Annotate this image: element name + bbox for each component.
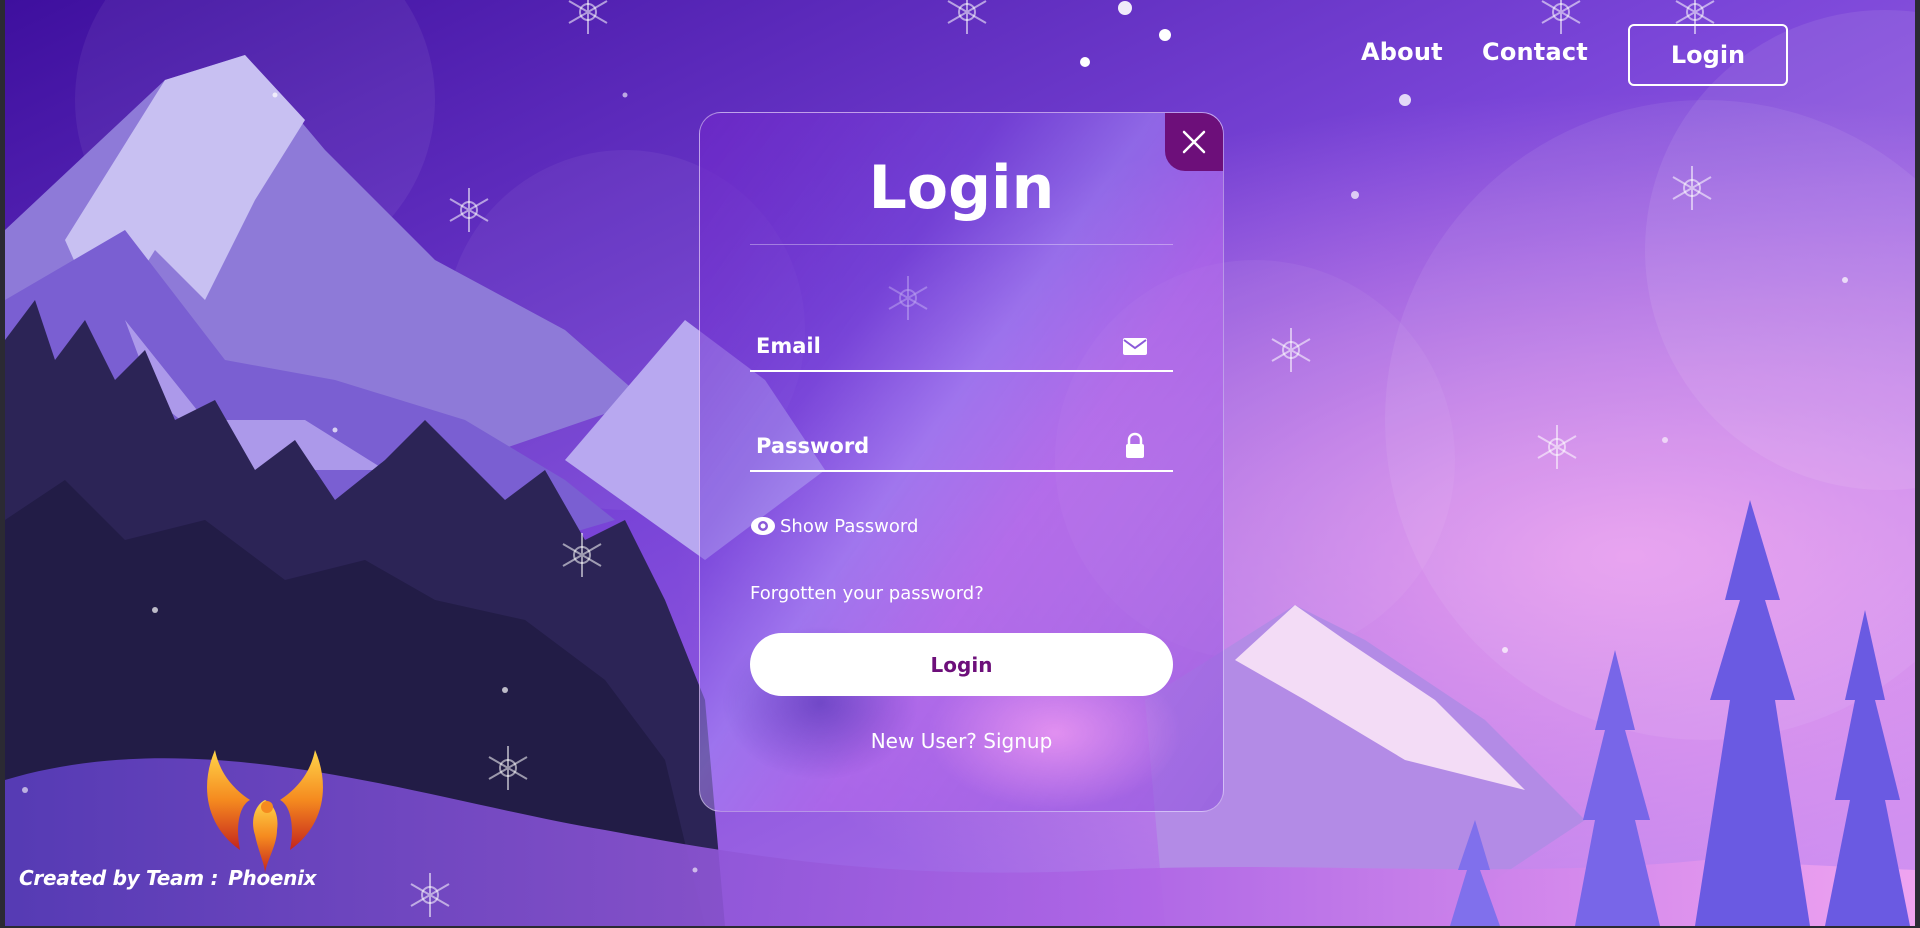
title-divider bbox=[750, 244, 1173, 245]
eye-icon bbox=[751, 517, 775, 535]
nav-login-button[interactable]: Login bbox=[1628, 24, 1788, 86]
background-scene: Created by Team : Phoenix About Contact L… bbox=[5, 0, 1915, 926]
password-input[interactable] bbox=[756, 428, 1116, 464]
dialog-title: Login bbox=[868, 153, 1055, 223]
phoenix-logo bbox=[207, 750, 323, 873]
nav-about-link[interactable]: About bbox=[1361, 38, 1443, 66]
credit-prefix: Created by Team : bbox=[19, 866, 219, 890]
email-input[interactable] bbox=[756, 328, 1116, 364]
credit-text: Created by Team : Phoenix bbox=[19, 866, 317, 890]
team-name: Phoenix bbox=[228, 866, 317, 890]
forgot-password-link[interactable]: Forgotten your password? bbox=[750, 583, 984, 604]
password-field-wrapper bbox=[750, 420, 1173, 472]
show-password-toggle[interactable]: Show Password bbox=[750, 515, 918, 537]
lock-icon bbox=[1126, 432, 1144, 458]
show-password-label: Show Password bbox=[780, 515, 919, 537]
login-submit-button[interactable]: Login bbox=[750, 633, 1173, 696]
signup-prompt: New User? Signup bbox=[700, 729, 1223, 753]
email-field-wrapper bbox=[750, 320, 1173, 372]
login-dialog: Login Show Password Forgotten yo bbox=[699, 112, 1224, 812]
close-icon bbox=[1182, 130, 1206, 154]
nav-contact-link[interactable]: Contact bbox=[1482, 38, 1588, 66]
signup-link[interactable]: Signup bbox=[983, 729, 1052, 753]
envelope-icon bbox=[1123, 338, 1147, 355]
signup-question: New User? bbox=[870, 729, 977, 753]
